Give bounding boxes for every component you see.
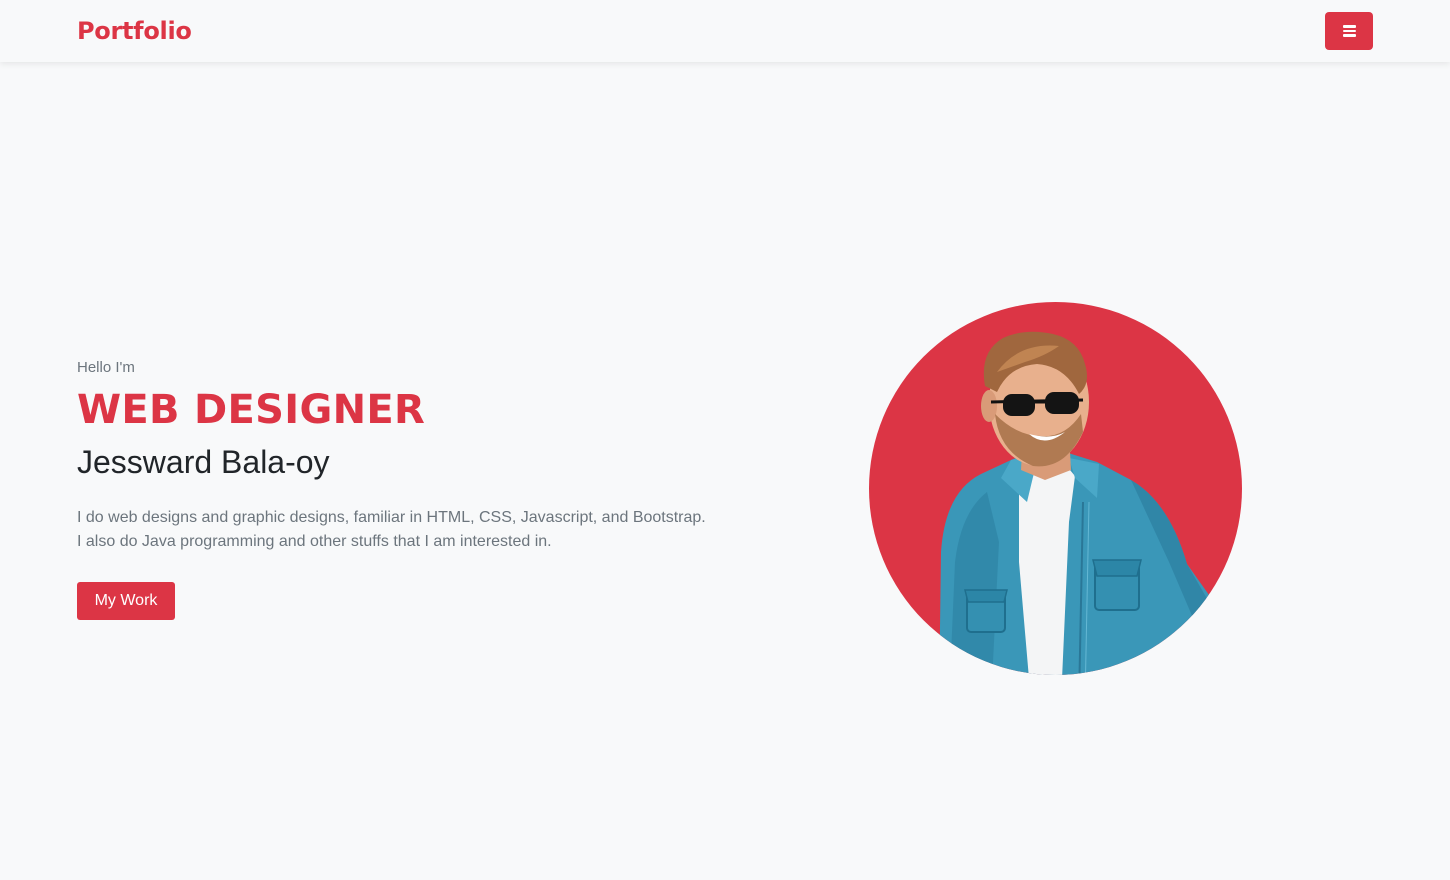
navbar: Portfolio bbox=[0, 0, 1450, 62]
hamburger-menu-icon bbox=[1342, 25, 1356, 37]
hero-name: Jessward Bala-oy bbox=[77, 444, 330, 480]
hero-bio: I do web designs and graphic designs, fa… bbox=[77, 509, 706, 550]
profile-photo bbox=[869, 302, 1242, 675]
my-work-button[interactable]: My Work bbox=[77, 582, 175, 620]
menu-toggle-button[interactable] bbox=[1325, 12, 1373, 50]
hero-intro: Hello I'm WEB DESIGNER Jessward Bala-oy … bbox=[77, 358, 717, 620]
profile-person-illustration bbox=[939, 331, 1218, 675]
hero-greeting: Hello I'm bbox=[77, 359, 135, 376]
hero-role-title: WEB DESIGNER bbox=[77, 387, 426, 433]
brand-logo[interactable]: Portfolio bbox=[77, 17, 192, 45]
